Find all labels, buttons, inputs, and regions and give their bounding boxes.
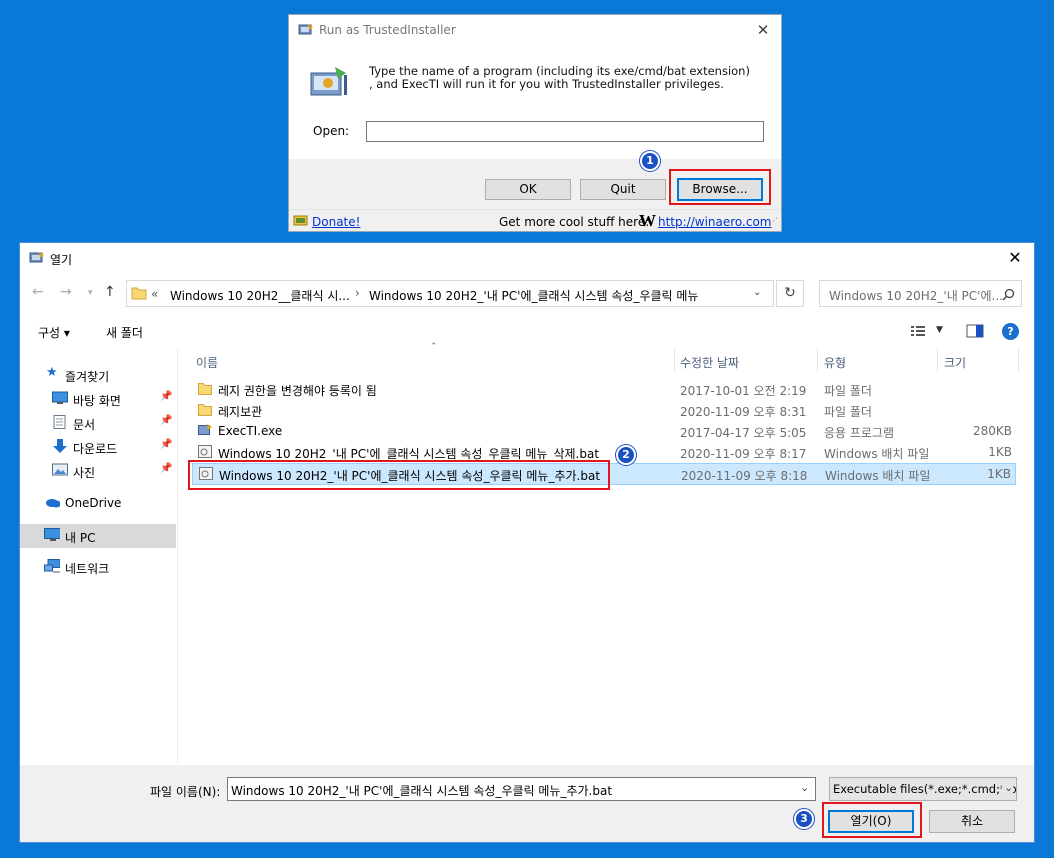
desktop-icon bbox=[52, 391, 68, 404]
sidebar-item-documents[interactable]: 문서 📌 bbox=[20, 412, 176, 434]
pictures-icon bbox=[52, 463, 68, 476]
sidebar-item-onedrive[interactable]: OneDrive bbox=[20, 492, 176, 514]
pin-icon[interactable]: 📌 bbox=[160, 391, 172, 402]
sidebar-item-this-pc[interactable]: 내 PC bbox=[20, 524, 176, 548]
filename-input[interactable]: Windows 10 20H2_'내 PC'에_클래식 시스템 속성_우클릭 메… bbox=[227, 777, 816, 801]
donate-link[interactable]: Donate! bbox=[312, 215, 360, 229]
sidebar-item-pictures[interactable]: 사진 📌 bbox=[20, 460, 176, 482]
column-header-type[interactable]: 유형 bbox=[824, 354, 846, 371]
document-icon bbox=[53, 415, 66, 429]
pin-icon[interactable]: 📌 bbox=[160, 439, 172, 450]
forward-arrow-icon[interactable]: → bbox=[60, 284, 72, 300]
close-icon[interactable]: ✕ bbox=[751, 19, 775, 41]
file-dialog-footer: 파일 이름(N): Windows 10 20H2_'내 PC'에_클래식 시스… bbox=[20, 765, 1034, 842]
onedrive-cloud-icon bbox=[46, 499, 60, 508]
sidebar-item-quick-access[interactable]: ★ 즐겨찾기 bbox=[20, 364, 176, 386]
batch-file-icon bbox=[198, 445, 212, 458]
footer-bar: Donate! Get more cool stuff here: W http… bbox=[289, 209, 781, 231]
filename-dropdown-icon[interactable]: ⌄ bbox=[800, 781, 809, 794]
up-arrow-icon[interactable]: ↑ bbox=[104, 284, 116, 300]
star-icon: ★ bbox=[46, 365, 58, 380]
ok-button[interactable]: OK bbox=[485, 179, 571, 200]
trustedinstaller-dialog: Run as TrustedInstaller ✕ Type the name … bbox=[288, 14, 782, 232]
description-text: Type the name of a program (including it… bbox=[369, 64, 750, 91]
computer-icon bbox=[44, 528, 60, 541]
app-icon bbox=[29, 252, 44, 263]
preview-pane-icon[interactable] bbox=[966, 324, 984, 338]
organize-menu[interactable]: 구성 ▾ bbox=[38, 324, 70, 341]
network-icon bbox=[44, 559, 60, 573]
dialog-title: Run as TrustedInstaller bbox=[319, 23, 456, 37]
column-header-name[interactable]: 이름 bbox=[196, 354, 218, 371]
folder-icon bbox=[198, 404, 212, 416]
view-options-icon[interactable] bbox=[910, 325, 928, 337]
sort-ascending-icon: ⌃ bbox=[430, 342, 438, 352]
search-input[interactable]: Windows 10 20H2_'내 PC'에... bbox=[819, 280, 1022, 307]
download-icon bbox=[53, 439, 67, 453]
help-icon[interactable]: ? bbox=[1002, 323, 1019, 340]
donate-icon bbox=[293, 215, 308, 226]
breadcrumb-overflow[interactable]: « bbox=[151, 287, 158, 301]
column-header-modified[interactable]: 수정한 날짜 bbox=[680, 354, 739, 371]
navigation-bar: ← → ▾ ↑ « Windows 10 20H2__클래식 시... › Wi… bbox=[20, 275, 1034, 311]
pin-icon[interactable]: 📌 bbox=[160, 415, 172, 426]
folder-icon bbox=[131, 287, 147, 300]
file-row[interactable]: ExecTI.exe 2017-04-17 오후 5:05 응용 프로그램 28… bbox=[192, 421, 1016, 441]
quit-button[interactable]: Quit bbox=[580, 179, 666, 200]
breadcrumb-separator[interactable]: › bbox=[355, 286, 360, 300]
filename-label: 파일 이름(N): bbox=[150, 785, 221, 799]
back-arrow-icon[interactable]: ← bbox=[32, 284, 44, 300]
sidebar-item-desktop[interactable]: 바탕 화면 📌 bbox=[20, 388, 176, 410]
file-row[interactable]: 레지 권한을 변경해야 등록이 됨 2017-10-01 오전 2:19 파일 … bbox=[192, 379, 1016, 399]
folder-icon bbox=[198, 383, 212, 395]
breadcrumb-segment-current[interactable]: Windows 10 20H2_'내 PC'에_클래식 시스템 속성_우클릭 메… bbox=[369, 287, 698, 304]
highlight-open-box bbox=[822, 802, 922, 838]
file-row[interactable]: Windows 10 20H2_'내 PC'에_클래식 시스템 속성_우클릭 메… bbox=[192, 442, 1016, 462]
column-divider bbox=[937, 348, 938, 372]
exe-icon bbox=[198, 424, 212, 435]
cancel-button[interactable]: 취소 bbox=[929, 810, 1015, 833]
file-row[interactable]: 레지보관 2020-11-09 오후 8:31 파일 폴더 bbox=[192, 400, 1016, 420]
pin-icon[interactable]: 📌 bbox=[160, 463, 172, 474]
title-bar: Run as TrustedInstaller ✕ bbox=[289, 15, 781, 45]
column-header-size[interactable]: 크기 bbox=[944, 354, 966, 371]
step-badge-3: 3 bbox=[794, 809, 814, 829]
column-divider bbox=[674, 348, 675, 372]
sidebar-item-network[interactable]: 네트워크 bbox=[20, 556, 176, 578]
file-open-dialog: 열기 ✕ ← → ▾ ↑ « Windows 10 20H2__클래식 시...… bbox=[19, 242, 1035, 843]
navigation-pane: ★ 즐겨찾기 바탕 화면 📌 문서 📌 다운로드 📌 사진 📌 OneDrive bbox=[20, 348, 178, 764]
step-badge-2: 2 bbox=[616, 445, 636, 465]
view-dropdown-icon[interactable]: ▼ bbox=[936, 325, 943, 335]
refresh-icon[interactable]: ↻ bbox=[776, 280, 804, 307]
open-input[interactable] bbox=[366, 121, 764, 142]
filetype-dropdown-icon[interactable]: ⌄ bbox=[1002, 781, 1014, 794]
highlight-file-box bbox=[188, 460, 610, 490]
new-folder-button[interactable]: 새 폴더 bbox=[106, 324, 143, 341]
step-badge-1: 1 bbox=[640, 151, 660, 171]
highlight-browse-box bbox=[669, 169, 771, 205]
close-icon[interactable]: ✕ bbox=[1000, 245, 1030, 271]
breadcrumb-segment-parent[interactable]: Windows 10 20H2__클래식 시... bbox=[170, 287, 350, 304]
filetype-select[interactable]: Executable files(*.exe;*.cmd;*.b ⌄ bbox=[829, 777, 1017, 801]
address-dropdown-icon[interactable]: ⌄ bbox=[753, 287, 761, 298]
app-icon bbox=[298, 24, 313, 35]
more-stuff-label: Get more cool stuff here: bbox=[499, 215, 650, 229]
title-bar: 열기 ✕ bbox=[20, 243, 1034, 273]
dialog-title: 열기 bbox=[50, 253, 73, 267]
winaero-link[interactable]: http://winaero.com bbox=[658, 215, 772, 229]
resize-grip-icon[interactable]: ⋰ bbox=[769, 217, 778, 227]
column-divider bbox=[1018, 348, 1019, 372]
column-divider bbox=[817, 348, 818, 372]
search-icon bbox=[1002, 288, 1015, 301]
winaero-logo: W bbox=[639, 211, 656, 230]
sidebar-item-downloads[interactable]: 다운로드 📌 bbox=[20, 436, 176, 458]
command-bar: 구성 ▾ 새 폴더 ▼ ? bbox=[20, 318, 1034, 346]
program-icon bbox=[310, 67, 347, 96]
open-label: Open: bbox=[313, 124, 350, 138]
address-bar[interactable]: « Windows 10 20H2__클래식 시... › Windows 10… bbox=[126, 280, 774, 307]
recent-dropdown-icon[interactable]: ▾ bbox=[88, 288, 93, 298]
file-list: ⌃ 이름 수정한 날짜 유형 크기 레지 권한을 변경해야 등록이 됨 2017… bbox=[186, 342, 1034, 764]
